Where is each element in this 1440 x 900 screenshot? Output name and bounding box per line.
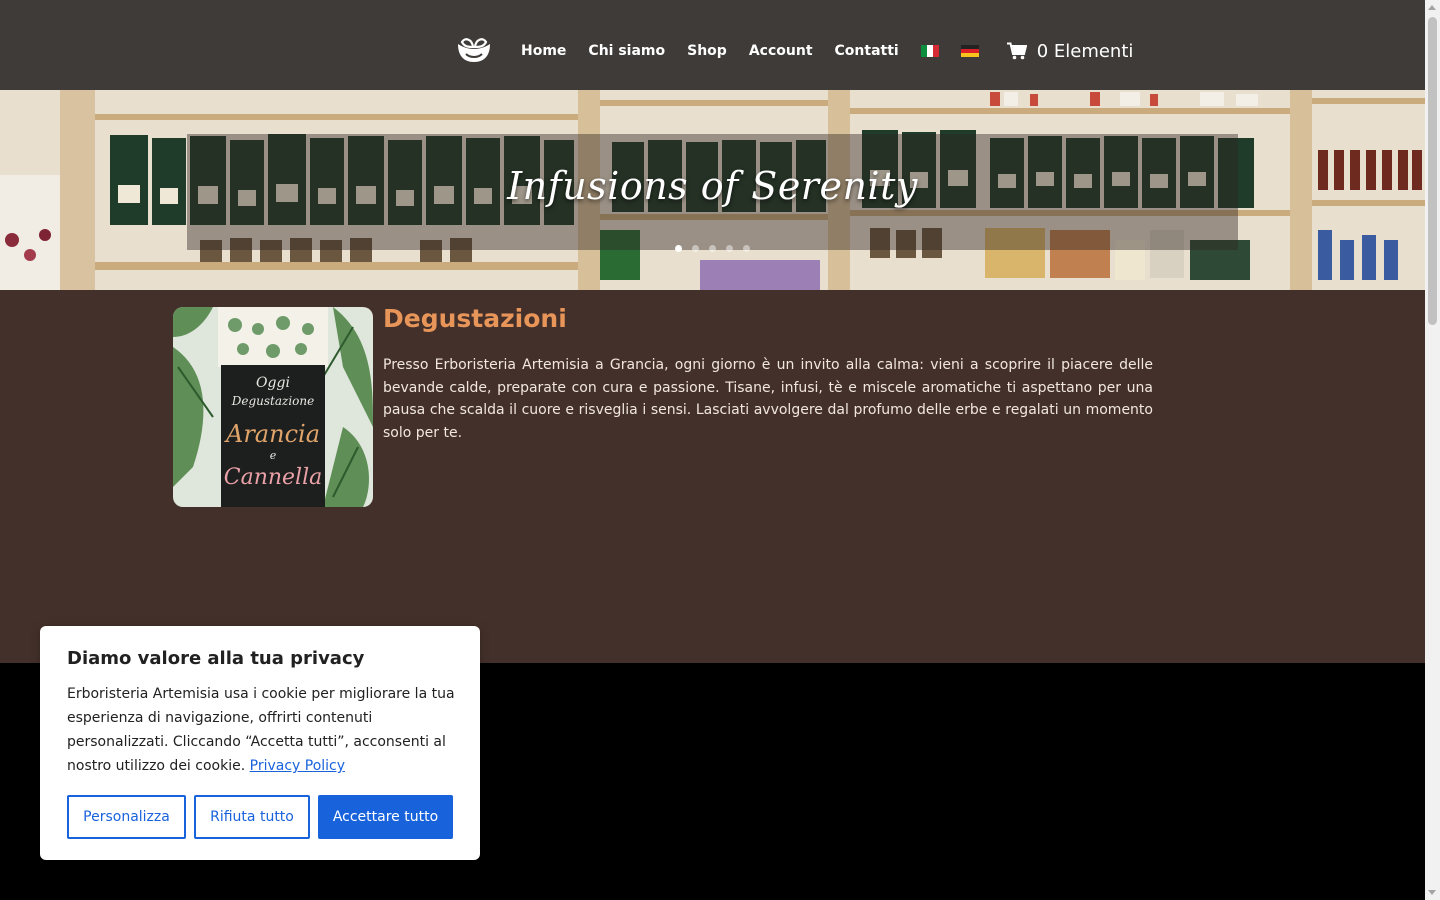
cart-label: 0 Elementi <box>1036 40 1134 62</box>
sign-text-cannella: Cannella <box>224 465 323 490</box>
accept-all-button[interactable]: Accettare tutto <box>318 795 453 839</box>
italian-flag-icon[interactable] <box>920 45 939 57</box>
privacy-policy-link[interactable]: Privacy Policy <box>250 758 345 774</box>
nav-chi-siamo[interactable]: Chi siamo <box>588 43 665 59</box>
sign-text-degustazione: Degustazione <box>231 394 314 408</box>
slider-dots <box>675 245 760 252</box>
site-header: Home Chi siamo Shop Account Contatti 0 E… <box>0 0 1425 90</box>
main-nav: Home Chi siamo Shop Account Contatti 0 E… <box>521 40 1133 62</box>
teacup-leaf-logo-icon[interactable] <box>456 38 492 64</box>
page-scrollbar[interactable] <box>1425 0 1440 900</box>
cart-icon <box>1006 42 1027 60</box>
hero-slider: Infusions of Serenity <box>0 90 1425 290</box>
customize-button[interactable]: Personalizza <box>67 795 186 839</box>
cookie-title: Diamo valore alla tua privacy <box>67 648 365 669</box>
cart-button[interactable]: 0 Elementi <box>1006 40 1134 62</box>
page: Home Chi siamo Shop Account Contatti 0 E… <box>0 0 1425 900</box>
slider-dot[interactable] <box>692 245 699 252</box>
degustazione-sign-image: Oggi Degustazione Arancia e Cannella <box>173 307 373 507</box>
slider-dot[interactable] <box>743 245 750 252</box>
slider-dot[interactable] <box>709 245 716 252</box>
nav-shop[interactable]: Shop <box>687 43 727 59</box>
slider-dot[interactable] <box>726 245 733 252</box>
nav-contatti[interactable]: Contatti <box>835 43 899 59</box>
section-body: Presso Erboristeria Artemisia a Grancia,… <box>383 357 1153 441</box>
cookie-consent-dialog: Diamo valore alla tua privacy Erborister… <box>40 626 480 860</box>
nav-home[interactable]: Home <box>521 43 566 59</box>
german-flag-icon[interactable] <box>960 45 979 57</box>
hero-title: Infusions of Serenity <box>507 164 918 208</box>
sign-text-oggi: Oggi <box>256 375 290 391</box>
slider-dot[interactable] <box>675 245 682 252</box>
reject-all-button[interactable]: Rifiuta tutto <box>194 795 310 839</box>
sign-text-e: e <box>270 449 277 462</box>
scrollbar-thumb[interactable] <box>1428 17 1437 325</box>
cookie-text: Erboristeria Artemisia usa i cookie per … <box>67 682 457 778</box>
nav-account[interactable]: Account <box>749 43 813 59</box>
sign-text-arancia: Arancia <box>224 420 320 448</box>
scroll-down-arrow-icon[interactable] <box>1428 890 1436 895</box>
section-title: Degustazioni <box>383 304 567 333</box>
degustazioni-section: Oggi Degustazione Arancia e Cannella Deg… <box>0 290 1425 527</box>
scroll-up-arrow-icon[interactable] <box>1428 5 1436 10</box>
